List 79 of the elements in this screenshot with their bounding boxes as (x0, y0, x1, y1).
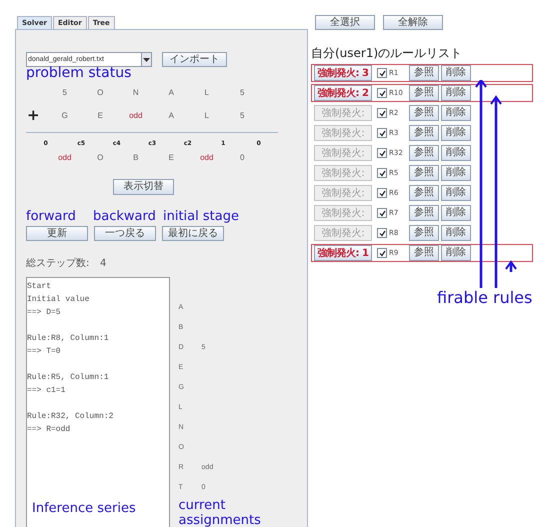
annotation-label: Inference series (32, 501, 136, 516)
checkbox[interactable] (377, 88, 387, 98)
delete-button[interactable]: 削除 (441, 145, 471, 161)
view-button[interactable]: 参照 (409, 85, 439, 101)
puzzle-cell-text: L (204, 111, 210, 120)
checkbox[interactable] (377, 168, 387, 178)
checkbox[interactable] (377, 108, 387, 118)
select-button[interactable]: 全解除 (383, 15, 443, 30)
step-button[interactable]: 更新 (26, 226, 88, 241)
delete-button[interactable]: 削除 (441, 125, 471, 141)
delete-button[interactable]: 削除 (441, 205, 471, 221)
view-button[interactable]: 参照 (409, 165, 439, 181)
log-line: ==> R=odd (27, 424, 72, 436)
fire-button[interactable]: 強制発火: 2 (314, 85, 372, 101)
puzzle-cell-text: N (132, 88, 140, 97)
log-line: Initial value (27, 294, 90, 306)
checkbox[interactable] (377, 148, 387, 158)
fire-button[interactable]: 強制発火: 3 (314, 65, 372, 81)
view-button[interactable]: 参照 (409, 145, 439, 161)
puzzle-cell-text: G (60, 111, 69, 120)
checkbox[interactable] (377, 128, 387, 138)
puzzle-cell-text: L (204, 88, 210, 97)
import-button[interactable]: インポート (162, 52, 227, 67)
annotation-label: forward (26, 208, 77, 225)
annotation-label: problem status (26, 66, 132, 81)
toggle-view-button[interactable]: 表示切替 (113, 179, 174, 195)
delete-button[interactable]: 削除 (441, 105, 471, 121)
view-button[interactable]: 参照 (409, 65, 439, 81)
delete-button[interactable]: 削除 (441, 225, 471, 241)
puzzle-cell-text: 5 (62, 88, 68, 97)
log-line: Rule:R32, Column:2 (27, 411, 114, 423)
rule-list-title: 自分(user1)のルールリスト (311, 45, 464, 62)
step-count-label: 総ステップ数: (26, 256, 90, 270)
puzzle-cell-text: 5 (239, 88, 246, 97)
checkbox[interactable] (377, 68, 387, 78)
view-button[interactable]: 参照 (409, 225, 439, 241)
select-button[interactable]: 全選択 (315, 15, 375, 30)
delete-button[interactable]: 削除 (441, 185, 471, 201)
puzzle-cell-text: E (168, 152, 175, 162)
checkbox[interactable] (377, 228, 387, 238)
view-button[interactable]: 参照 (409, 245, 439, 261)
view-button[interactable]: 参照 (409, 105, 439, 121)
puzzle-cell-text: O (96, 88, 104, 97)
puzzle-cell-text: O (96, 152, 104, 162)
puzzle-cell-text: odd (57, 152, 72, 162)
log-line: ==> D=5 (27, 307, 62, 319)
view-button[interactable]: 参照 (409, 185, 439, 201)
step-count: 4 (100, 258, 106, 268)
delete-button[interactable]: 削除 (441, 245, 471, 261)
puzzle-cell-text: A (168, 111, 175, 120)
log-line: ==> c1=1 (27, 385, 66, 397)
annotation-label: backward (93, 208, 157, 225)
annotation-label: initial stage (163, 208, 239, 225)
puzzle-cell-text: A (168, 88, 175, 97)
puzzle-cell-text: odd (199, 152, 214, 162)
fire-button[interactable]: 強制発火: 1 (314, 245, 372, 261)
delete-button[interactable]: 削除 (441, 85, 471, 101)
puzzle-cell-text: E (96, 111, 104, 120)
puzzle-cell-text: odd (128, 111, 144, 120)
log-line: Rule:R5, Column:1 (27, 372, 110, 384)
puzzle-cell-text: B (132, 152, 140, 162)
puzzle-cell-text: 0 (239, 152, 246, 162)
checkbox[interactable] (377, 208, 387, 218)
log-line: ==> T=0 (27, 346, 62, 358)
log-line: Start (27, 281, 52, 293)
view-button[interactable]: 参照 (409, 205, 439, 221)
view-button[interactable]: 参照 (409, 125, 439, 141)
annotation-label: firable rules (437, 288, 534, 307)
delete-button[interactable]: 削除 (441, 165, 471, 181)
dropdown-arrow-icon (143, 58, 150, 62)
annotation-label: current assignments (178, 498, 262, 527)
checkbox[interactable] (377, 188, 387, 198)
plus-sign: + (26, 108, 41, 123)
log-line: Rule:R8, Column:1 (27, 333, 110, 345)
puzzle-cell-text: 5 (239, 111, 246, 120)
step-button[interactable]: 最初に戻る (162, 226, 224, 241)
step-button[interactable]: 一つ戻る (94, 226, 156, 241)
delete-button[interactable]: 削除 (441, 65, 471, 81)
checkbox[interactable] (377, 248, 387, 258)
